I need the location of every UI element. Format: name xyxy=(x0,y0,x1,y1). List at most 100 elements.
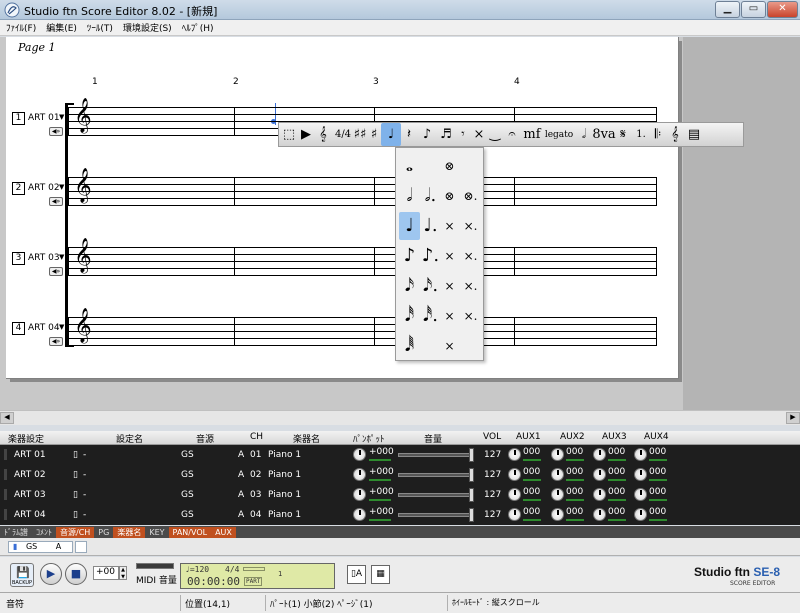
note-value-icon[interactable]: 𝅗𝅥 xyxy=(399,182,420,210)
tab[interactable]: KEY xyxy=(145,527,168,538)
pan-knob[interactable] xyxy=(353,448,366,461)
staff-tool[interactable]: 𝄞 xyxy=(665,123,685,146)
tab[interactable]: PAN/VOL xyxy=(168,526,212,538)
note-value-icon[interactable]: ♪ xyxy=(399,242,420,270)
tab[interactable]: ﾄﾞﾗﾑ譜 xyxy=(0,527,32,538)
instrument-row[interactable]: ART 04 ▯ - GS A 04 Piano 1 +000 127 000 000 000 000 xyxy=(0,505,800,525)
display-mode-button[interactable]: ▦ xyxy=(371,565,390,584)
row-name[interactable]: ART 02 xyxy=(14,470,46,480)
close-button[interactable]: ✕ xyxy=(767,1,798,18)
menu-tools[interactable]: ﾂｰﾙ(T) xyxy=(87,21,113,34)
aux1-knob[interactable] xyxy=(508,508,521,521)
track-name[interactable]: ART 01 xyxy=(28,113,60,123)
volume-slider[interactable] xyxy=(398,493,472,497)
note-value-icon[interactable]: ×. xyxy=(460,242,481,270)
layout-tool[interactable]: ▤ xyxy=(685,123,703,146)
horizontal-scrollbar[interactable]: ◀ ▶ xyxy=(0,410,800,425)
row-channel[interactable]: 02 xyxy=(250,470,261,480)
note-value-icon[interactable]: ×. xyxy=(460,272,481,300)
track-number[interactable]: 2 xyxy=(12,182,25,195)
instrument-row[interactable]: ART 03 ▯ - GS A 03 Piano 1 +000 127 000 000 000 000 xyxy=(0,485,800,505)
aux1-knob[interactable] xyxy=(508,448,521,461)
auto-scroll-button[interactable]: ▯A xyxy=(347,565,366,584)
select-tool[interactable]: ⬚ xyxy=(279,123,299,146)
maximize-button[interactable]: ▭ xyxy=(741,1,766,18)
octave-tool[interactable]: 8va xyxy=(592,123,615,146)
note-value-icon[interactable]: 𝅘𝅥𝅰. xyxy=(420,302,441,330)
backup-button[interactable]: 💾 BACKUP xyxy=(10,563,34,587)
repeat-tool[interactable]: 𝄆 xyxy=(651,123,665,146)
row-port[interactable]: A xyxy=(238,490,244,500)
play-button[interactable]: ▶ xyxy=(40,563,62,585)
scroll-right-icon[interactable]: ▶ xyxy=(786,412,800,424)
mini-empty-field[interactable] xyxy=(75,541,87,553)
aux1-knob[interactable] xyxy=(508,488,521,501)
aux3-knob[interactable] xyxy=(593,488,606,501)
track-dropdown-icon[interactable]: ▼ xyxy=(59,253,64,261)
row-name[interactable]: ART 04 xyxy=(14,510,46,520)
tab[interactable]: 楽器名 xyxy=(113,526,146,538)
menu-settings[interactable]: 環境設定(S) xyxy=(123,21,172,34)
track-number[interactable]: 4 xyxy=(12,322,25,335)
note-value-icon[interactable]: ⊗. xyxy=(460,182,481,210)
pan-knob[interactable] xyxy=(353,508,366,521)
drum-tool[interactable]: × xyxy=(471,123,487,146)
row-port[interactable]: A xyxy=(238,450,244,460)
speaker-icon[interactable]: ◀» xyxy=(49,127,63,136)
volume-slider-thumb[interactable] xyxy=(469,488,474,502)
row-setting[interactable]: - xyxy=(83,490,86,500)
dynamics-tool[interactable]: mf xyxy=(521,123,543,146)
note-value-icon[interactable]: ♪. xyxy=(420,242,441,270)
score-page[interactable]: Page 1 1 2 3 4 1 ART 01 ▼ ◀» 𝄞 2 ART 02 ▼ ◀» 𝄞 3 AR… xyxy=(6,37,679,379)
scroll-left-icon[interactable]: ◀ xyxy=(0,412,14,424)
speaker-icon[interactable]: ◀» xyxy=(49,337,63,346)
note-tool[interactable]: ♩ xyxy=(381,123,401,146)
pan-knob[interactable] xyxy=(353,488,366,501)
menu-edit[interactable]: 編集(E) xyxy=(46,21,77,34)
staff-row[interactable]: 3 ART 03 ▼ ◀» 𝄞 xyxy=(6,241,679,283)
volume-slider-thumb[interactable] xyxy=(469,448,474,462)
note-value-icon[interactable]: 𝅘𝅥𝅯. xyxy=(420,272,441,300)
track-name[interactable]: ART 02 xyxy=(28,183,60,193)
track-name[interactable]: ART 03 xyxy=(28,253,60,263)
rest-tool[interactable]: 𝄽 xyxy=(401,123,417,146)
app-icon[interactable] xyxy=(4,2,20,18)
segno-tool[interactable]: 𝄋 xyxy=(615,123,631,146)
transpose-spinner[interactable]: ▲ ▼ xyxy=(119,566,127,580)
note-value-icon[interactable]: 𝅘𝅥𝅱 xyxy=(399,332,420,360)
volume-slider[interactable] xyxy=(398,513,472,517)
menu-file[interactable]: ﾌｧｲﾙ(F) xyxy=(6,21,36,34)
aux2-knob[interactable] xyxy=(551,468,564,481)
track-name[interactable]: ART 04 xyxy=(28,323,60,333)
fermata-tool[interactable]: 𝄐 xyxy=(503,123,521,146)
note-value-icon[interactable]: 𝅗𝅥. xyxy=(420,182,441,210)
instrument-row[interactable]: ART 01 ▯ - GS A 01 Piano 1 +000 127 000 000 000 000 xyxy=(0,445,800,465)
note-value-icon[interactable]: ♩ xyxy=(399,212,420,240)
note-value-icon[interactable]: × xyxy=(439,332,460,360)
row-source[interactable]: GS xyxy=(181,510,194,520)
volta-tool[interactable]: 1. xyxy=(631,123,651,146)
row-name[interactable]: ART 01 xyxy=(14,450,46,460)
note-value-icon[interactable]: × xyxy=(439,302,460,330)
row-setting[interactable]: - xyxy=(83,510,86,520)
mini-source-field[interactable]: ▮ GS A xyxy=(8,541,73,553)
row-instrument[interactable]: Piano 1 xyxy=(268,490,301,500)
note-value-icon[interactable]: 𝅝 xyxy=(399,152,420,180)
row-instrument[interactable]: Piano 1 xyxy=(268,510,301,520)
row-instrument[interactable]: Piano 1 xyxy=(268,470,301,480)
tab[interactable]: ｺﾒﾝﾄ xyxy=(32,527,56,538)
staff-row[interactable]: 4 ART 04 ▼ ◀» 𝄞 xyxy=(6,311,679,353)
aux4-knob[interactable] xyxy=(634,468,647,481)
row-port[interactable]: A xyxy=(238,510,244,520)
aux2-knob[interactable] xyxy=(551,488,564,501)
row-instrument[interactable]: Piano 1 xyxy=(268,450,301,460)
tab[interactable]: AUX xyxy=(211,526,236,538)
time-signature-tool[interactable]: 4/4 xyxy=(333,123,353,146)
midi-volume-slider[interactable] xyxy=(136,563,174,569)
aux1-knob[interactable] xyxy=(508,468,521,481)
stop-button[interactable]: ■ xyxy=(65,563,87,585)
aux3-knob[interactable] xyxy=(593,508,606,521)
minimize-button[interactable]: ▁ xyxy=(715,1,740,18)
aux3-knob[interactable] xyxy=(593,468,606,481)
tuplet-tool[interactable]: ♪ xyxy=(417,123,437,146)
